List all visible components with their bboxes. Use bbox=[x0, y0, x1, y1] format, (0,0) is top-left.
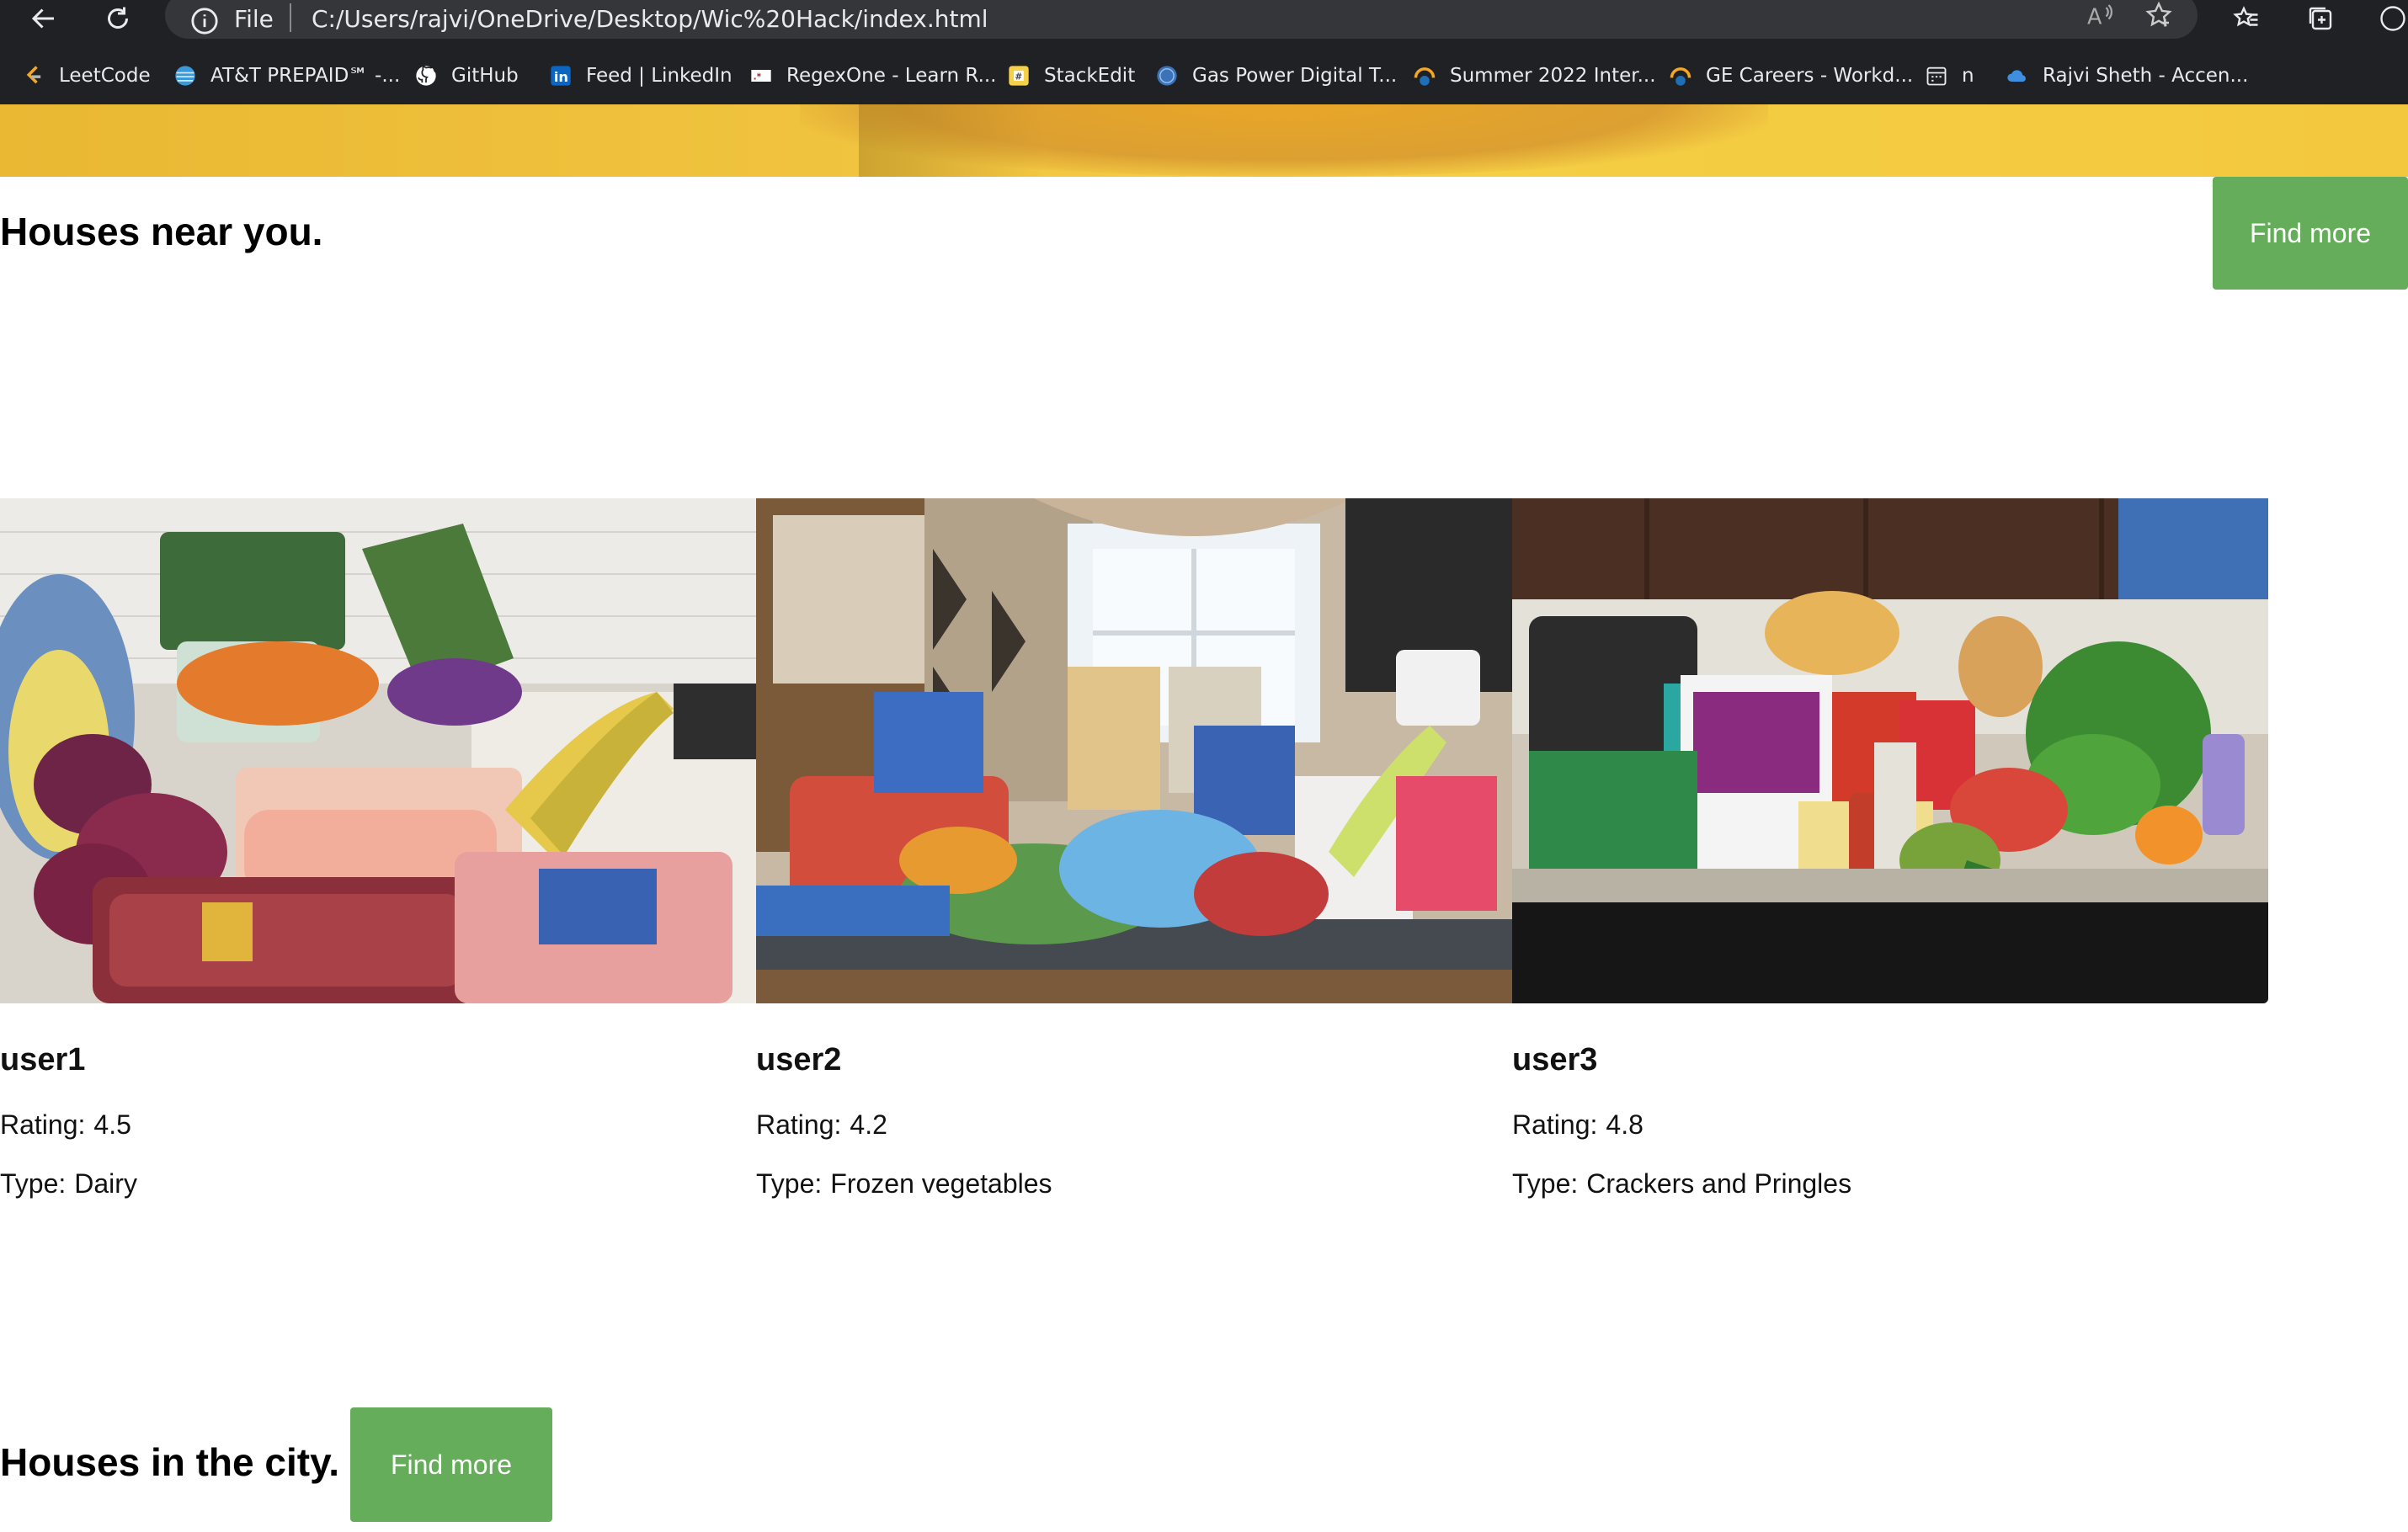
calendar-icon bbox=[1925, 64, 1948, 88]
card-rating: Rating: 4.5 bbox=[0, 1109, 131, 1141]
bookmark-item[interactable]: LeetCode bbox=[22, 59, 151, 93]
card-type: Type: Crackers and Pringles bbox=[1512, 1168, 1851, 1200]
bookmark-label: StackEdit bbox=[1044, 65, 1136, 87]
type-value: Frozen vegetables bbox=[830, 1168, 1052, 1199]
card-username: user1 bbox=[0, 1042, 86, 1077]
favorites-icon[interactable] bbox=[2226, 2, 2267, 35]
type-label: Type: bbox=[1512, 1168, 1579, 1199]
info-icon[interactable] bbox=[190, 7, 219, 35]
bookmark-item[interactable]: GE Careers - Workd... bbox=[1669, 59, 1913, 93]
bookmark-label: Feed | LinkedIn bbox=[586, 65, 733, 87]
bookmark-label: RegexOne - Learn R... bbox=[786, 65, 997, 87]
bookmark-item[interactable]: # StackEdit bbox=[1007, 59, 1135, 93]
collections-icon[interactable] bbox=[2300, 2, 2341, 35]
hero-shadow-shape bbox=[859, 104, 1044, 177]
grocery-photo bbox=[756, 498, 1512, 1003]
bookmark-item[interactable]: GitHub bbox=[414, 59, 519, 93]
section-title-near: Houses near you. bbox=[0, 210, 323, 253]
add-favorite-icon[interactable] bbox=[2144, 0, 2181, 37]
github-icon bbox=[414, 64, 438, 88]
section-title-city: Houses in the city. bbox=[0, 1440, 340, 1484]
workday-icon bbox=[1413, 64, 1436, 88]
bookmark-label: AT&T PREPAID℠ -... bbox=[210, 65, 401, 87]
bookmark-item[interactable]: n bbox=[1925, 59, 1974, 93]
bookmark-item[interactable]: .* RegexOne - Learn R... bbox=[749, 59, 997, 93]
bookmark-label: GE Careers - Workd... bbox=[1706, 65, 1914, 87]
type-label: Type: bbox=[0, 1168, 67, 1199]
profile-icon[interactable] bbox=[2373, 2, 2408, 35]
rating-value: 4.5 bbox=[93, 1109, 131, 1140]
bookmark-item[interactable]: Gas Power Digital T... bbox=[1155, 59, 1397, 93]
card-rating: Rating: 4.2 bbox=[756, 1109, 887, 1141]
bookmark-item[interactable]: in Feed | LinkedIn bbox=[549, 59, 733, 93]
svg-text:#: # bbox=[1015, 72, 1022, 82]
leetcode-icon bbox=[22, 64, 45, 88]
card-type: Type: Dairy bbox=[0, 1168, 137, 1200]
rating-label: Rating: bbox=[756, 1109, 842, 1140]
bookmark-label: LeetCode bbox=[59, 65, 151, 87]
address-url[interactable]: C:/Users/rajvi/OneDrive/Desktop/Wic%20Ha… bbox=[312, 5, 988, 33]
address-bar[interactable]: File C:/Users/rajvi/OneDrive/Desktop/Wic… bbox=[165, 0, 2198, 39]
bookmark-label: Summer 2022 Inter... bbox=[1450, 65, 1656, 87]
bookmark-label: n bbox=[1962, 65, 1974, 87]
workday-icon bbox=[1669, 64, 1692, 88]
rating-label: Rating: bbox=[1512, 1109, 1598, 1140]
linkedin-icon: in bbox=[549, 64, 573, 88]
svg-text:.*: .* bbox=[754, 72, 762, 82]
cloud-icon bbox=[2006, 64, 2029, 88]
bookmark-item[interactable]: AT&T PREPAID℠ -... bbox=[173, 59, 400, 93]
bookmark-label: Gas Power Digital T... bbox=[1192, 65, 1398, 87]
rating-label: Rating: bbox=[0, 1109, 86, 1140]
card-type: Type: Frozen vegetables bbox=[756, 1168, 1052, 1200]
svg-text:in: in bbox=[554, 69, 568, 85]
address-separator bbox=[290, 3, 291, 32]
att-icon bbox=[173, 64, 197, 88]
ge-icon bbox=[1155, 64, 1179, 88]
find-more-button-near[interactable]: Find more bbox=[2213, 177, 2408, 290]
browser-toolbar: File C:/Users/rajvi/OneDrive/Desktop/Wic… bbox=[0, 0, 2408, 39]
bookmark-label: GitHub bbox=[451, 65, 519, 87]
back-arrow-icon[interactable] bbox=[24, 2, 64, 35]
bookmark-label: Rajvi Sheth - Accen... bbox=[2043, 65, 2249, 87]
grocery-photo bbox=[0, 498, 756, 1003]
read-aloud-icon[interactable]: A bbox=[2085, 0, 2122, 37]
stackedit-icon: # bbox=[1007, 64, 1031, 88]
type-label: Type: bbox=[756, 1168, 823, 1199]
bookmark-item[interactable]: Rajvi Sheth - Accen... bbox=[2006, 59, 2248, 93]
bookmarks-bar: LeetCode AT&T PREPAID℠ -... GitHub in Fe… bbox=[0, 54, 2408, 96]
address-scheme-label: File bbox=[234, 5, 274, 33]
rating-value: 4.2 bbox=[850, 1109, 887, 1140]
card-username: user3 bbox=[1512, 1042, 1598, 1077]
grocery-photo bbox=[1512, 498, 2268, 1003]
card-rating: Rating: 4.8 bbox=[1512, 1109, 1644, 1141]
type-value: Crackers and Pringles bbox=[1586, 1168, 1852, 1199]
browser-chrome: File C:/Users/rajvi/OneDrive/Desktop/Wic… bbox=[0, 0, 2408, 104]
find-more-button-city[interactable]: Find more bbox=[350, 1407, 552, 1522]
card-username: user2 bbox=[756, 1042, 842, 1077]
hero-banner-image bbox=[0, 104, 2408, 177]
type-value: Dairy bbox=[74, 1168, 137, 1199]
refresh-icon[interactable] bbox=[98, 2, 138, 35]
svg-text:A: A bbox=[2087, 5, 2102, 30]
rating-value: 4.8 bbox=[1606, 1109, 1644, 1140]
bookmark-item[interactable]: Summer 2022 Inter... bbox=[1413, 59, 1656, 93]
regexone-icon: .* bbox=[749, 64, 773, 88]
